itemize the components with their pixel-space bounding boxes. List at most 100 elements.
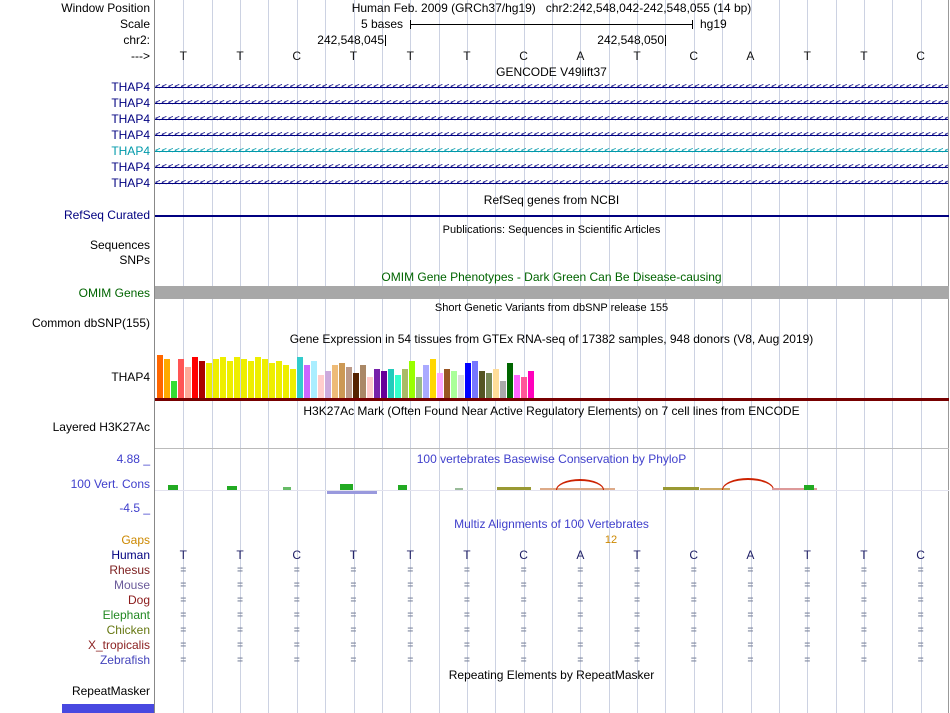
gtex-tissue-bar xyxy=(416,377,422,399)
human-base-letter: T xyxy=(803,548,811,562)
species-label: Mouse xyxy=(113,578,150,592)
gene-transcript-row[interactable]: <<<<<<<<<<<<<<<<<<<<<<<<<<<<<<<<<<<<<<<<… xyxy=(155,143,949,159)
gtex-tissue-bar xyxy=(486,373,492,399)
gtex-tissue-bar xyxy=(171,381,177,399)
gtex-bar-chart[interactable] xyxy=(157,352,535,399)
alignment-mark: = xyxy=(407,610,414,621)
alignment-mark: = xyxy=(237,610,243,621)
alignment-mark: = xyxy=(577,610,584,621)
alignment-mark: = xyxy=(747,625,754,636)
track-right-border xyxy=(948,0,949,713)
alignment-mark: = xyxy=(747,565,754,576)
alignment-mark: = xyxy=(180,565,187,576)
alignment-mark: = xyxy=(577,580,584,591)
alignment-mark: = xyxy=(577,640,584,651)
alignment-mark: = xyxy=(293,595,300,606)
track-left-border xyxy=(154,0,155,713)
human-base-letter: C xyxy=(916,548,925,562)
gene-transcript-row[interactable]: <<<<<<<<<<<<<<<<<<<<<<<<<<<<<<<<<<<<<<<<… xyxy=(155,79,949,95)
alignment-mark: = xyxy=(804,655,811,666)
alignment-mark: = xyxy=(237,655,243,666)
gtex-tissue-bar xyxy=(248,361,254,399)
alignment-mark: = xyxy=(407,640,414,651)
human-base-letter: T xyxy=(463,548,471,562)
alignment-mark: = xyxy=(293,565,300,576)
gtex-tissue-bar xyxy=(458,375,464,399)
refseq-curated-track-line[interactable] xyxy=(155,215,949,217)
coord-right: 242,548,050 xyxy=(597,33,664,47)
alignment-mark: = xyxy=(407,595,414,606)
refseq-title[interactable]: RefSeq genes from NCBI xyxy=(155,193,948,207)
alignment-mark: = xyxy=(180,640,187,651)
gene-transcript-row[interactable]: <<<<<<<<<<<<<<<<<<<<<<<<<<<<<<<<<<<<<<<<… xyxy=(155,111,949,127)
alignment-mark: = xyxy=(350,655,357,666)
gene-transcript-row[interactable]: <<<<<<<<<<<<<<<<<<<<<<<<<<<<<<<<<<<<<<<<… xyxy=(155,95,949,111)
track-drawing-area[interactable]: T T T T C C T T T T T T C C A A T T C C A A T T T T C C <<<<<<<<<<<<… xyxy=(155,0,949,713)
alignment-mark: = xyxy=(861,595,867,606)
gtex-tissue-bar xyxy=(402,369,408,399)
alignment-mark: = xyxy=(180,655,187,666)
gtex-tissue-bar xyxy=(213,359,219,399)
gtex-tissue-bar xyxy=(178,359,184,399)
alignment-mark: = xyxy=(293,610,300,621)
alignment-mark: = xyxy=(520,655,527,666)
alignment-mark: = xyxy=(690,565,697,576)
multiz-title[interactable]: Multiz Alignments of 100 Vertebrates xyxy=(155,517,948,531)
gtex-baseline[interactable] xyxy=(155,398,949,401)
base-letter: T xyxy=(236,49,244,63)
human-label: Human xyxy=(111,548,150,562)
gtex-tissue-bar xyxy=(157,355,163,399)
human-base-letter: A xyxy=(576,548,585,562)
alignment-mark: = xyxy=(407,655,414,666)
alignment-mark: = xyxy=(747,580,754,591)
gtex-tissue-bar xyxy=(220,357,226,399)
refseq-curated-label: RefSeq Curated xyxy=(63,208,150,222)
gtex-tissue-bar xyxy=(374,369,380,399)
sequences-label: Sequences xyxy=(89,238,150,252)
gencode-title[interactable]: GENCODE V49lift37 xyxy=(155,65,948,79)
h3k27ac-title[interactable]: H3K27Ac Mark (Often Found Near Active Re… xyxy=(155,404,948,418)
species-label: Rhesus xyxy=(109,563,150,577)
alignment-mark: = xyxy=(747,610,754,621)
alignment-mark: = xyxy=(690,610,697,621)
alignment-mark: = xyxy=(690,595,697,606)
gtex-tissue-bar xyxy=(423,365,429,399)
gtex-tissue-bar xyxy=(269,363,275,399)
base-letter: T xyxy=(179,49,188,63)
gtex-title[interactable]: Gene Expression in 54 tissues from GTEx … xyxy=(155,332,948,346)
alignment-mark: = xyxy=(804,640,811,651)
omim-genes-bar[interactable] xyxy=(155,286,949,299)
gene-transcript-row[interactable]: <<<<<<<<<<<<<<<<<<<<<<<<<<<<<<<<<<<<<<<<… xyxy=(155,127,949,143)
gtex-tissue-bar xyxy=(437,373,443,399)
gtex-tissue-bar xyxy=(234,357,240,399)
alignment-mark: = xyxy=(634,610,640,621)
alignment-mark: = xyxy=(464,655,470,666)
gtex-tissue-bar xyxy=(500,381,506,399)
human-base-letter: T xyxy=(633,548,641,562)
alignment-mark: = xyxy=(350,580,357,591)
gtex-tissue-bar xyxy=(493,369,499,399)
alignment-mark: = xyxy=(917,565,924,576)
alignment-mark: = xyxy=(804,625,811,636)
publications-title[interactable]: Publications: Sequences in Scientific Ar… xyxy=(155,223,948,237)
conservation-title[interactable]: 100 vertebrates Basewise Conservation by… xyxy=(155,452,948,466)
bottom-blue-bar[interactable] xyxy=(62,704,154,713)
base-letter: T xyxy=(463,49,471,63)
omim-title[interactable]: OMIM Gene Phenotypes - Dark Green Can Be… xyxy=(155,270,948,284)
gtex-tissue-bar xyxy=(430,359,436,399)
gtex-tissue-bar xyxy=(332,365,338,399)
gene-label: THAP4 xyxy=(111,112,150,126)
gene-transcript-row[interactable]: <<<<<<<<<<<<<<<<<<<<<<<<<<<<<<<<<<<<<<<<… xyxy=(155,175,949,191)
gtex-tissue-bar xyxy=(290,369,296,399)
species-label: X_tropicalis xyxy=(87,638,150,652)
gene-transcript-row[interactable]: <<<<<<<<<<<<<<<<<<<<<<<<<<<<<<<<<<<<<<<<… xyxy=(155,159,949,175)
repeatmasker-title[interactable]: Repeating Elements by RepeatMasker xyxy=(155,668,948,682)
gtex-tissue-bar xyxy=(388,369,394,399)
conservation-max-label: 4.88 _ xyxy=(116,452,150,466)
dbsnp-title[interactable]: Short Genetic Variants from dbSNP releas… xyxy=(155,301,948,315)
alignment-mark: = xyxy=(350,610,357,621)
human-base-letter: A xyxy=(746,548,755,562)
h3k27ac-baseline[interactable] xyxy=(155,448,949,449)
gtex-tissue-bar xyxy=(479,371,485,399)
base-letter: C xyxy=(916,49,925,63)
